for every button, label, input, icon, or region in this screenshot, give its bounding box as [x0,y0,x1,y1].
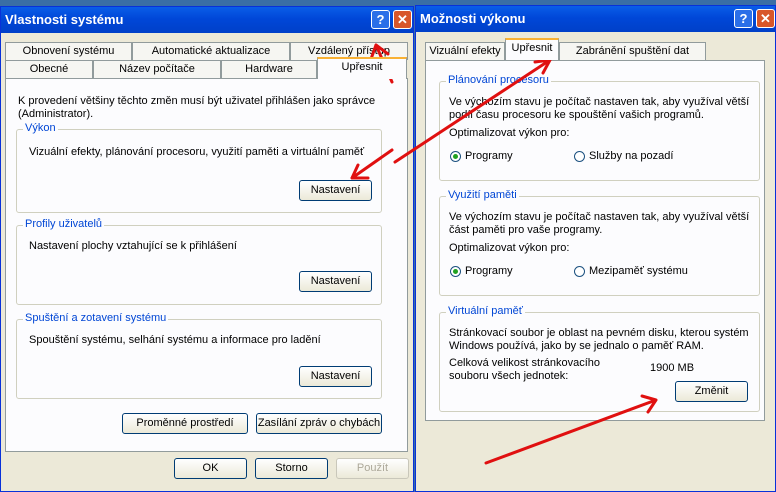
arrow-to-vykon-settings [350,148,394,180]
arrow-to-right-upresnit-tab [393,58,552,164]
tab-upresnit[interactable]: Upřesnit [505,38,559,60]
arrow-to-change-button [484,394,658,465]
tab-upresnit[interactable]: Upřesnit [317,57,407,79]
